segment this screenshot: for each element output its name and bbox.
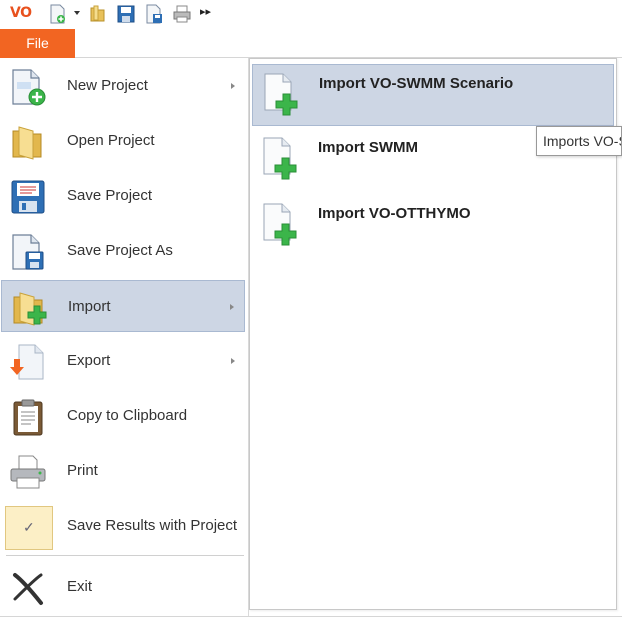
document-add-icon bbox=[260, 202, 302, 246]
menu-item-save-project-as[interactable]: Save Project As bbox=[1, 225, 245, 277]
new-document-icon[interactable] bbox=[48, 4, 68, 24]
menu-item-import[interactable]: Import bbox=[1, 280, 245, 332]
submenu-item-import-vo-otthymo[interactable]: Import VO-OTTHYMO bbox=[252, 195, 614, 257]
floppy-disk-icon bbox=[9, 178, 47, 216]
folder-icon bbox=[9, 123, 47, 161]
menu-item-new-project[interactable]: New Project bbox=[1, 60, 245, 112]
save-results-checkbox[interactable]: ✓ bbox=[5, 506, 53, 550]
open-folder-icon[interactable] bbox=[88, 4, 108, 24]
status-divider bbox=[0, 616, 622, 617]
document-add-icon bbox=[261, 72, 303, 116]
submenu-arrow-icon bbox=[230, 304, 234, 310]
submenu-arrow-icon bbox=[231, 358, 235, 364]
new-project-icon bbox=[9, 68, 47, 106]
exit-x-icon bbox=[9, 569, 47, 607]
save-as-icon bbox=[9, 233, 47, 271]
menu-item-label: Save Project As bbox=[67, 242, 173, 259]
menu-item-save-results-with-project[interactable]: ✓ Save Results with Project bbox=[1, 500, 245, 552]
printer-icon bbox=[9, 453, 47, 491]
tooltip: Imports VO-SWMM Scenario bbox=[536, 126, 622, 156]
quick-access-toolbar: VO ▸▸ bbox=[0, 0, 622, 28]
menu-item-label: Print bbox=[67, 462, 98, 479]
submenu-item-import-vo-swmm-scenario[interactable]: Import VO-SWMM Scenario bbox=[252, 64, 614, 126]
menu-item-exit[interactable]: Exit bbox=[1, 561, 245, 613]
new-dropdown-arrow-icon[interactable] bbox=[74, 11, 80, 15]
menu-item-save-project[interactable]: Save Project bbox=[1, 170, 245, 222]
folder-add-icon bbox=[10, 289, 48, 327]
menu-item-label: New Project bbox=[67, 77, 148, 94]
menu-item-label: Exit bbox=[67, 578, 93, 595]
export-icon bbox=[9, 343, 47, 381]
document-add-icon bbox=[260, 136, 302, 180]
menu-item-print[interactable]: Print bbox=[1, 445, 245, 497]
menu-separator bbox=[6, 555, 244, 556]
menu-item-label: Save Results with Project bbox=[67, 517, 238, 534]
menu-item-copy-to-clipboard[interactable]: Copy to Clipboard bbox=[1, 390, 245, 442]
menu-item-label: Export bbox=[67, 352, 111, 369]
clipboard-icon bbox=[9, 398, 47, 436]
menu-item-label: Open Project bbox=[67, 132, 155, 149]
menu-item-label: Import bbox=[68, 298, 111, 315]
menu-item-export[interactable]: Export bbox=[1, 335, 245, 387]
submenu-item-label: Import SWMM bbox=[318, 139, 418, 156]
submenu-item-label: Import VO-OTTHYMO bbox=[318, 205, 471, 222]
menu-item-open-project[interactable]: Open Project bbox=[1, 115, 245, 167]
more-icon[interactable]: ▸▸ bbox=[200, 5, 211, 18]
save-as-icon[interactable] bbox=[144, 4, 164, 24]
checkmark-icon: ✓ bbox=[23, 519, 35, 535]
submenu-item-label: Import VO-SWMM Scenario bbox=[319, 75, 514, 92]
menu-item-label: Save Project bbox=[67, 187, 153, 204]
app-logo: VO bbox=[10, 5, 32, 21]
file-tab[interactable]: File bbox=[0, 29, 75, 58]
save-icon[interactable] bbox=[116, 4, 136, 24]
submenu-arrow-icon bbox=[231, 83, 235, 89]
print-icon[interactable] bbox=[172, 4, 192, 24]
file-menu: New Project Open Project Save Project Sa… bbox=[0, 58, 249, 616]
ribbon-tab-strip: File bbox=[0, 29, 622, 58]
menu-item-label: Copy to Clipboard bbox=[67, 407, 188, 424]
